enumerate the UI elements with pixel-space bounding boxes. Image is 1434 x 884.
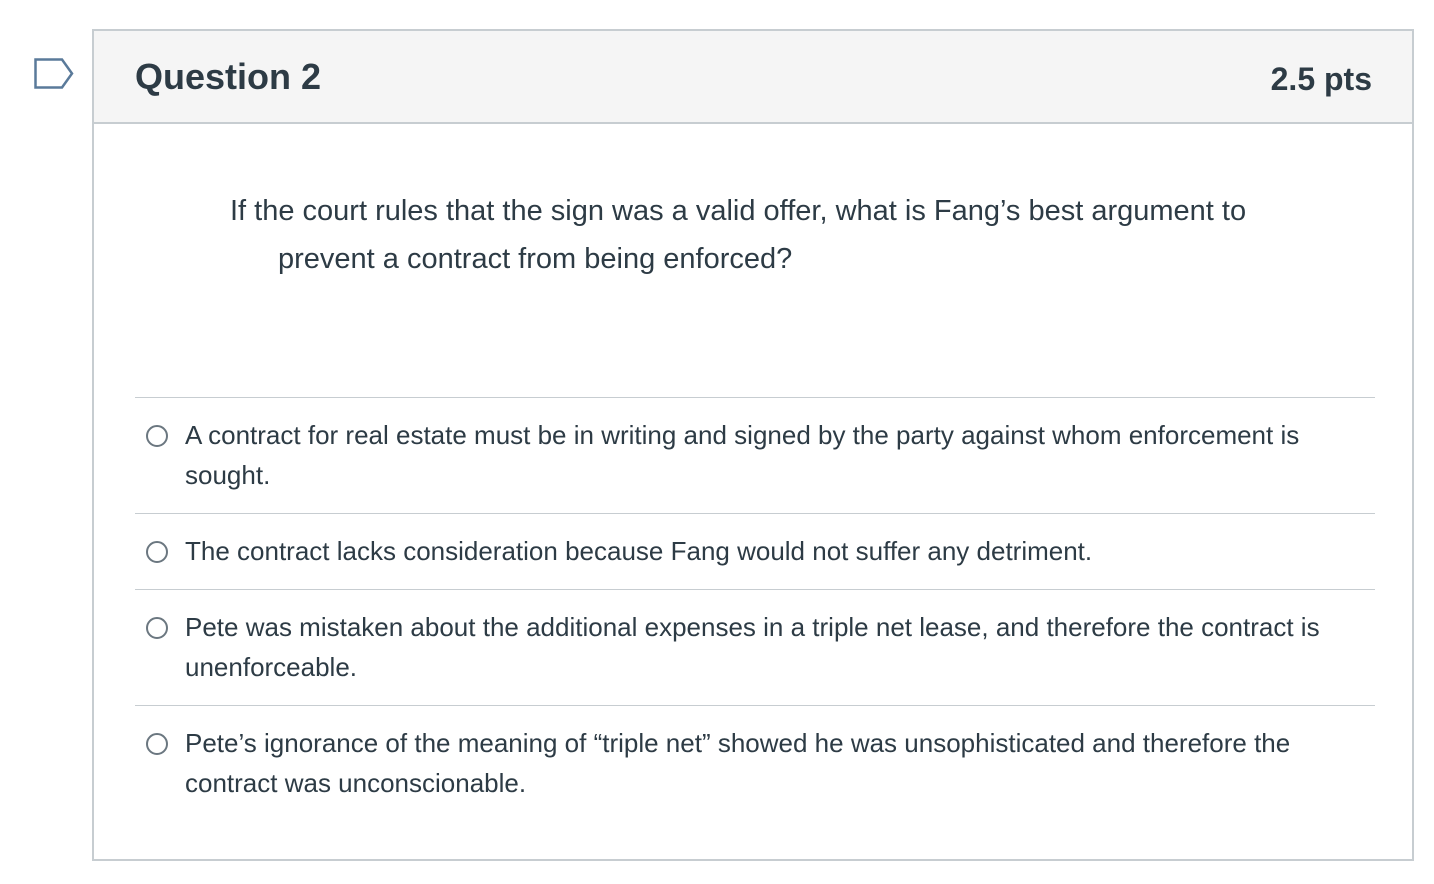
answer-option[interactable]: Pete’s ignorance of the meaning of “trip… <box>135 705 1375 821</box>
answer-option[interactable]: A contract for real estate must be in wr… <box>135 397 1375 513</box>
radio-unselected-icon[interactable] <box>146 617 168 639</box>
answer-label: The contract lacks consideration because… <box>185 536 1093 566</box>
radio-unselected-icon[interactable] <box>146 425 168 447</box>
question-header: Question 2 2.5 pts <box>94 31 1412 124</box>
question-text-line-1: If the court rules that the sign was a v… <box>230 195 1247 227</box>
answer-label: A contract for real estate must be in wr… <box>185 420 1300 490</box>
flag-question-icon[interactable] <box>34 58 76 90</box>
answer-label: Pete’s ignorance of the meaning of “trip… <box>185 728 1291 798</box>
question-points: 2.5 pts <box>1270 61 1372 97</box>
answer-label: Pete was mistaken about the additional e… <box>185 612 1320 682</box>
question-card: Question 2 2.5 pts If the court rules th… <box>92 29 1414 861</box>
question-text-line-2: prevent a contract from being enforced? <box>278 243 793 275</box>
radio-unselected-icon[interactable] <box>146 541 168 563</box>
answer-option[interactable]: The contract lacks consideration because… <box>135 513 1375 589</box>
radio-unselected-icon[interactable] <box>146 733 168 755</box>
answer-option[interactable]: Pete was mistaken about the additional e… <box>135 589 1375 705</box>
answer-list: A contract for real estate must be in wr… <box>135 397 1375 821</box>
question-text: If the court rules that the sign was a v… <box>230 187 1374 283</box>
question-title: Question 2 <box>135 56 322 97</box>
